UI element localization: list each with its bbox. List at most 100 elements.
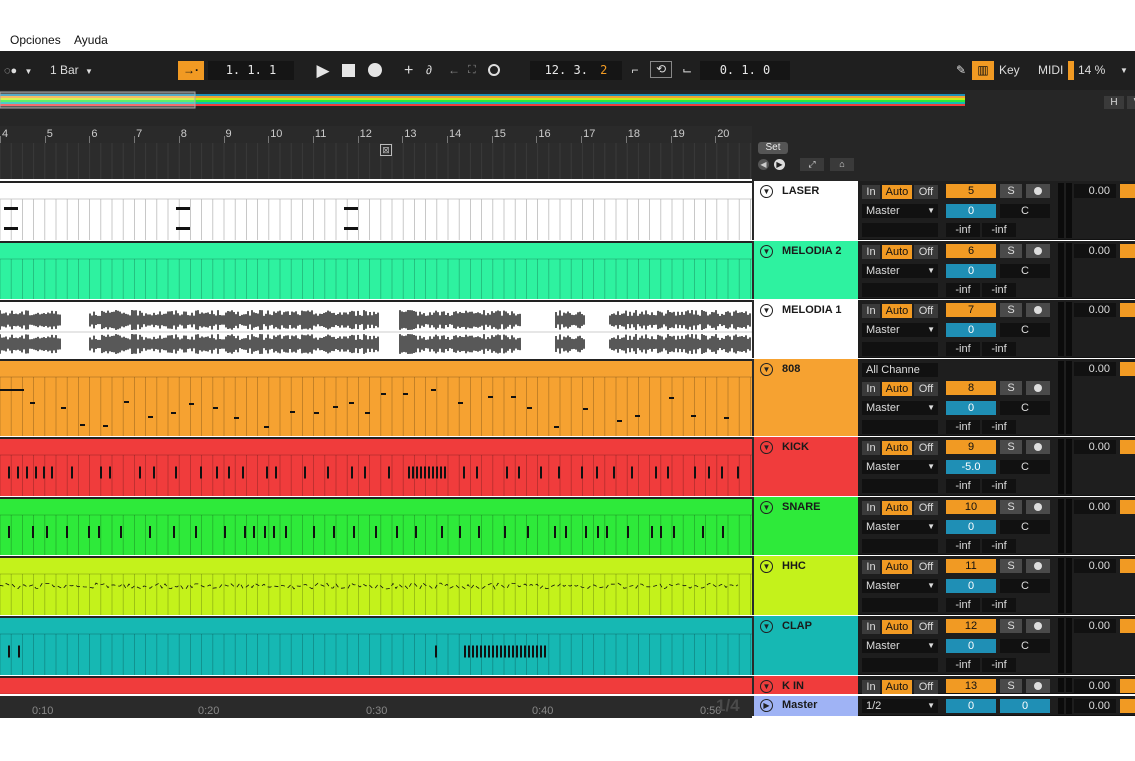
lock-button[interactable]: ⌂ bbox=[830, 158, 854, 171]
fold-chevron-icon[interactable]: ▼ bbox=[760, 680, 773, 693]
pan-knob[interactable]: C bbox=[1000, 639, 1050, 653]
monitor-auto-button[interactable]: Auto bbox=[882, 441, 912, 455]
output-routing-select[interactable]: Master ▼ bbox=[862, 579, 938, 593]
sub-routing-select[interactable] bbox=[862, 223, 938, 237]
mute-button-partial[interactable] bbox=[1120, 619, 1135, 633]
song-position-field[interactable]: 12. 3. 2 bbox=[530, 61, 622, 80]
arm-button[interactable] bbox=[1026, 619, 1050, 633]
monitor-off-button[interactable]: Off bbox=[914, 501, 938, 515]
midi-map-button[interactable]: MIDI bbox=[1038, 61, 1068, 80]
solo-button[interactable]: S bbox=[1000, 184, 1022, 198]
track-header[interactable]: ▼ CLAP bbox=[752, 616, 858, 675]
track-header[interactable]: ▼ 808 bbox=[752, 359, 858, 436]
pan-knob[interactable]: C bbox=[1000, 579, 1050, 593]
output-routing-select[interactable]: Master ▼ bbox=[862, 520, 938, 534]
pan-knob[interactable]: C bbox=[1000, 460, 1050, 474]
back-to-arrangement-button[interactable]: ← bbox=[448, 61, 464, 80]
fold-chevron-icon[interactable]: ▼ bbox=[760, 245, 773, 258]
output-routing-select[interactable]: Master ▼ bbox=[862, 460, 938, 474]
sub-routing-select[interactable] bbox=[862, 342, 938, 356]
solo-button[interactable]: S bbox=[1000, 559, 1022, 573]
monitor-auto-button[interactable]: Auto bbox=[882, 620, 912, 634]
automation-arm-button[interactable]: ∂ bbox=[426, 61, 442, 80]
expand-tracks-button[interactable]: ⤢ bbox=[800, 158, 824, 171]
play-circle-icon[interactable]: ▶ bbox=[760, 699, 773, 712]
monitor-in-button[interactable]: In bbox=[862, 560, 880, 574]
mute-button-partial[interactable] bbox=[1120, 244, 1135, 258]
fold-chevron-icon[interactable]: ▼ bbox=[760, 501, 773, 514]
monitor-in-button[interactable]: In bbox=[862, 441, 880, 455]
track-activator-button[interactable]: 11 bbox=[946, 559, 996, 573]
stop-button[interactable] bbox=[340, 61, 358, 80]
track-header[interactable]: ▼ MELODIA 1 bbox=[752, 300, 858, 358]
send-a-value[interactable]: -inf bbox=[946, 658, 980, 672]
send-a-value[interactable]: -inf bbox=[946, 420, 980, 434]
fold-chevron-icon[interactable]: ▼ bbox=[760, 620, 773, 633]
send-a-value[interactable]: -inf bbox=[946, 283, 980, 297]
monitor-off-button[interactable]: Off bbox=[914, 382, 938, 396]
track-lane-hhc[interactable] bbox=[0, 556, 752, 615]
arrangement-overview[interactable]: H V bbox=[0, 90, 1135, 110]
arm-button[interactable] bbox=[1026, 303, 1050, 317]
volume-slider[interactable]: 0 bbox=[946, 520, 996, 534]
sub-routing-select[interactable] bbox=[862, 283, 938, 297]
quantize-select[interactable]: 1 Bar ▼ bbox=[50, 61, 98, 80]
send-b-value[interactable]: -inf bbox=[982, 598, 1016, 612]
track-name[interactable]: MELODIA 2 bbox=[782, 245, 842, 257]
punch-out-button[interactable]: ⌙ bbox=[676, 61, 698, 80]
monitor-off-button[interactable]: Off bbox=[914, 620, 938, 634]
monitor-off-button[interactable]: Off bbox=[914, 441, 938, 455]
monitor-auto-button[interactable]: Auto bbox=[882, 245, 912, 259]
output-routing-select[interactable]: Master ▼ bbox=[862, 323, 938, 337]
record-button[interactable] bbox=[366, 61, 384, 80]
loop-marker-icon[interactable]: ⊠ bbox=[380, 144, 392, 156]
draw-mode-button[interactable]: ✎ bbox=[952, 61, 970, 80]
key-map-button[interactable]: Key bbox=[999, 61, 1023, 80]
track-name[interactable]: KICK bbox=[782, 441, 809, 453]
volume-slider[interactable]: 0 bbox=[946, 639, 996, 653]
arm-button[interactable] bbox=[1026, 559, 1050, 573]
session-record-button[interactable] bbox=[488, 61, 504, 80]
monitor-in-button[interactable]: In bbox=[862, 620, 880, 634]
fold-chevron-icon[interactable]: ▼ bbox=[760, 560, 773, 573]
fold-chevron-icon[interactable]: ▼ bbox=[760, 185, 773, 198]
chevron-down-icon[interactable]: ▼ bbox=[1120, 61, 1132, 80]
track-activator-button[interactable]: 13 bbox=[946, 679, 996, 693]
track-activator-button[interactable]: 6 bbox=[946, 244, 996, 258]
track-lane-808[interactable] bbox=[0, 359, 752, 436]
master-track-name[interactable]: Master bbox=[782, 699, 817, 711]
track-header[interactable]: ▼ KICK bbox=[752, 437, 858, 496]
monitor-in-button[interactable]: In bbox=[862, 185, 880, 199]
output-routing-select[interactable]: Master ▼ bbox=[862, 264, 938, 278]
overview-h-button[interactable]: H bbox=[1104, 96, 1124, 109]
arm-button[interactable] bbox=[1026, 500, 1050, 514]
send-a-value[interactable]: -inf bbox=[946, 342, 980, 356]
track-activator-button[interactable]: 5 bbox=[946, 184, 996, 198]
track-name[interactable]: HHC bbox=[782, 560, 806, 572]
monitor-off-button[interactable]: Off bbox=[914, 245, 938, 259]
follow-toggle[interactable]: ◌● ▼ bbox=[4, 61, 44, 80]
send-b-value[interactable]: -inf bbox=[982, 420, 1016, 434]
time-ruler[interactable]: 0:10 0:20 0:30 0:40 0:50 1/4 bbox=[0, 696, 752, 718]
fold-chevron-icon[interactable]: ▼ bbox=[760, 363, 773, 376]
send-a-value[interactable]: -inf bbox=[946, 223, 980, 237]
output-routing-select[interactable]: Master ▼ bbox=[862, 204, 938, 218]
fold-chevron-icon[interactable]: ▼ bbox=[760, 304, 773, 317]
mute-button-partial[interactable] bbox=[1120, 679, 1135, 693]
volume-slider[interactable]: 0 bbox=[946, 401, 996, 415]
track-name[interactable]: LASER bbox=[782, 185, 819, 197]
solo-button[interactable]: S bbox=[1000, 679, 1022, 693]
send-a-value[interactable]: -inf bbox=[946, 539, 980, 553]
pan-knob[interactable]: C bbox=[1000, 264, 1050, 278]
prev-locator-button[interactable]: ◀ bbox=[758, 159, 769, 170]
mute-button-partial[interactable] bbox=[1120, 184, 1135, 198]
volume-slider[interactable]: 0 bbox=[946, 204, 996, 218]
mute-button-partial[interactable] bbox=[1120, 699, 1135, 713]
arm-button[interactable] bbox=[1026, 679, 1050, 693]
monitor-in-button[interactable]: In bbox=[862, 382, 880, 396]
arm-button[interactable] bbox=[1026, 440, 1050, 454]
solo-button[interactable]: S bbox=[1000, 619, 1022, 633]
input-channel-select[interactable]: All Channe bbox=[862, 363, 938, 377]
sub-routing-select[interactable] bbox=[862, 479, 938, 493]
arrangement-position-field[interactable]: 1. 1. 1 bbox=[208, 61, 294, 80]
